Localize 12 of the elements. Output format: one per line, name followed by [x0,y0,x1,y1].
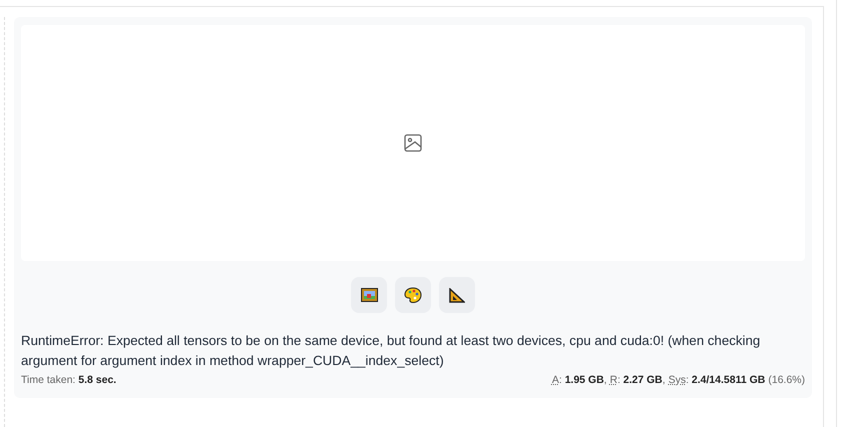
image-placeholder-icon [404,134,422,152]
time-taken: Time taken: 5.8 sec. [21,374,116,386]
memory-stat: R: 2.27 GB, [610,374,666,386]
tool-button[interactable] [439,277,475,313]
framed-picture-icon [360,288,378,302]
tool-button[interactable] [351,277,387,313]
error-message: RuntimeError: Expected all tensors to be on the same device, but found at least two devices, cpu and cuda:0! (when checking argument for argument index in method wrapper_CUDA__index_select) [21,332,762,370]
memory-percent: (16.6%) [768,374,805,386]
memory-stat: A: 1.95 GB, [552,374,607,386]
memory-stat: Sys: 2.4/14.5811 GB [668,374,766,386]
palette-icon [404,287,422,303]
tool-button[interactable] [395,277,431,313]
